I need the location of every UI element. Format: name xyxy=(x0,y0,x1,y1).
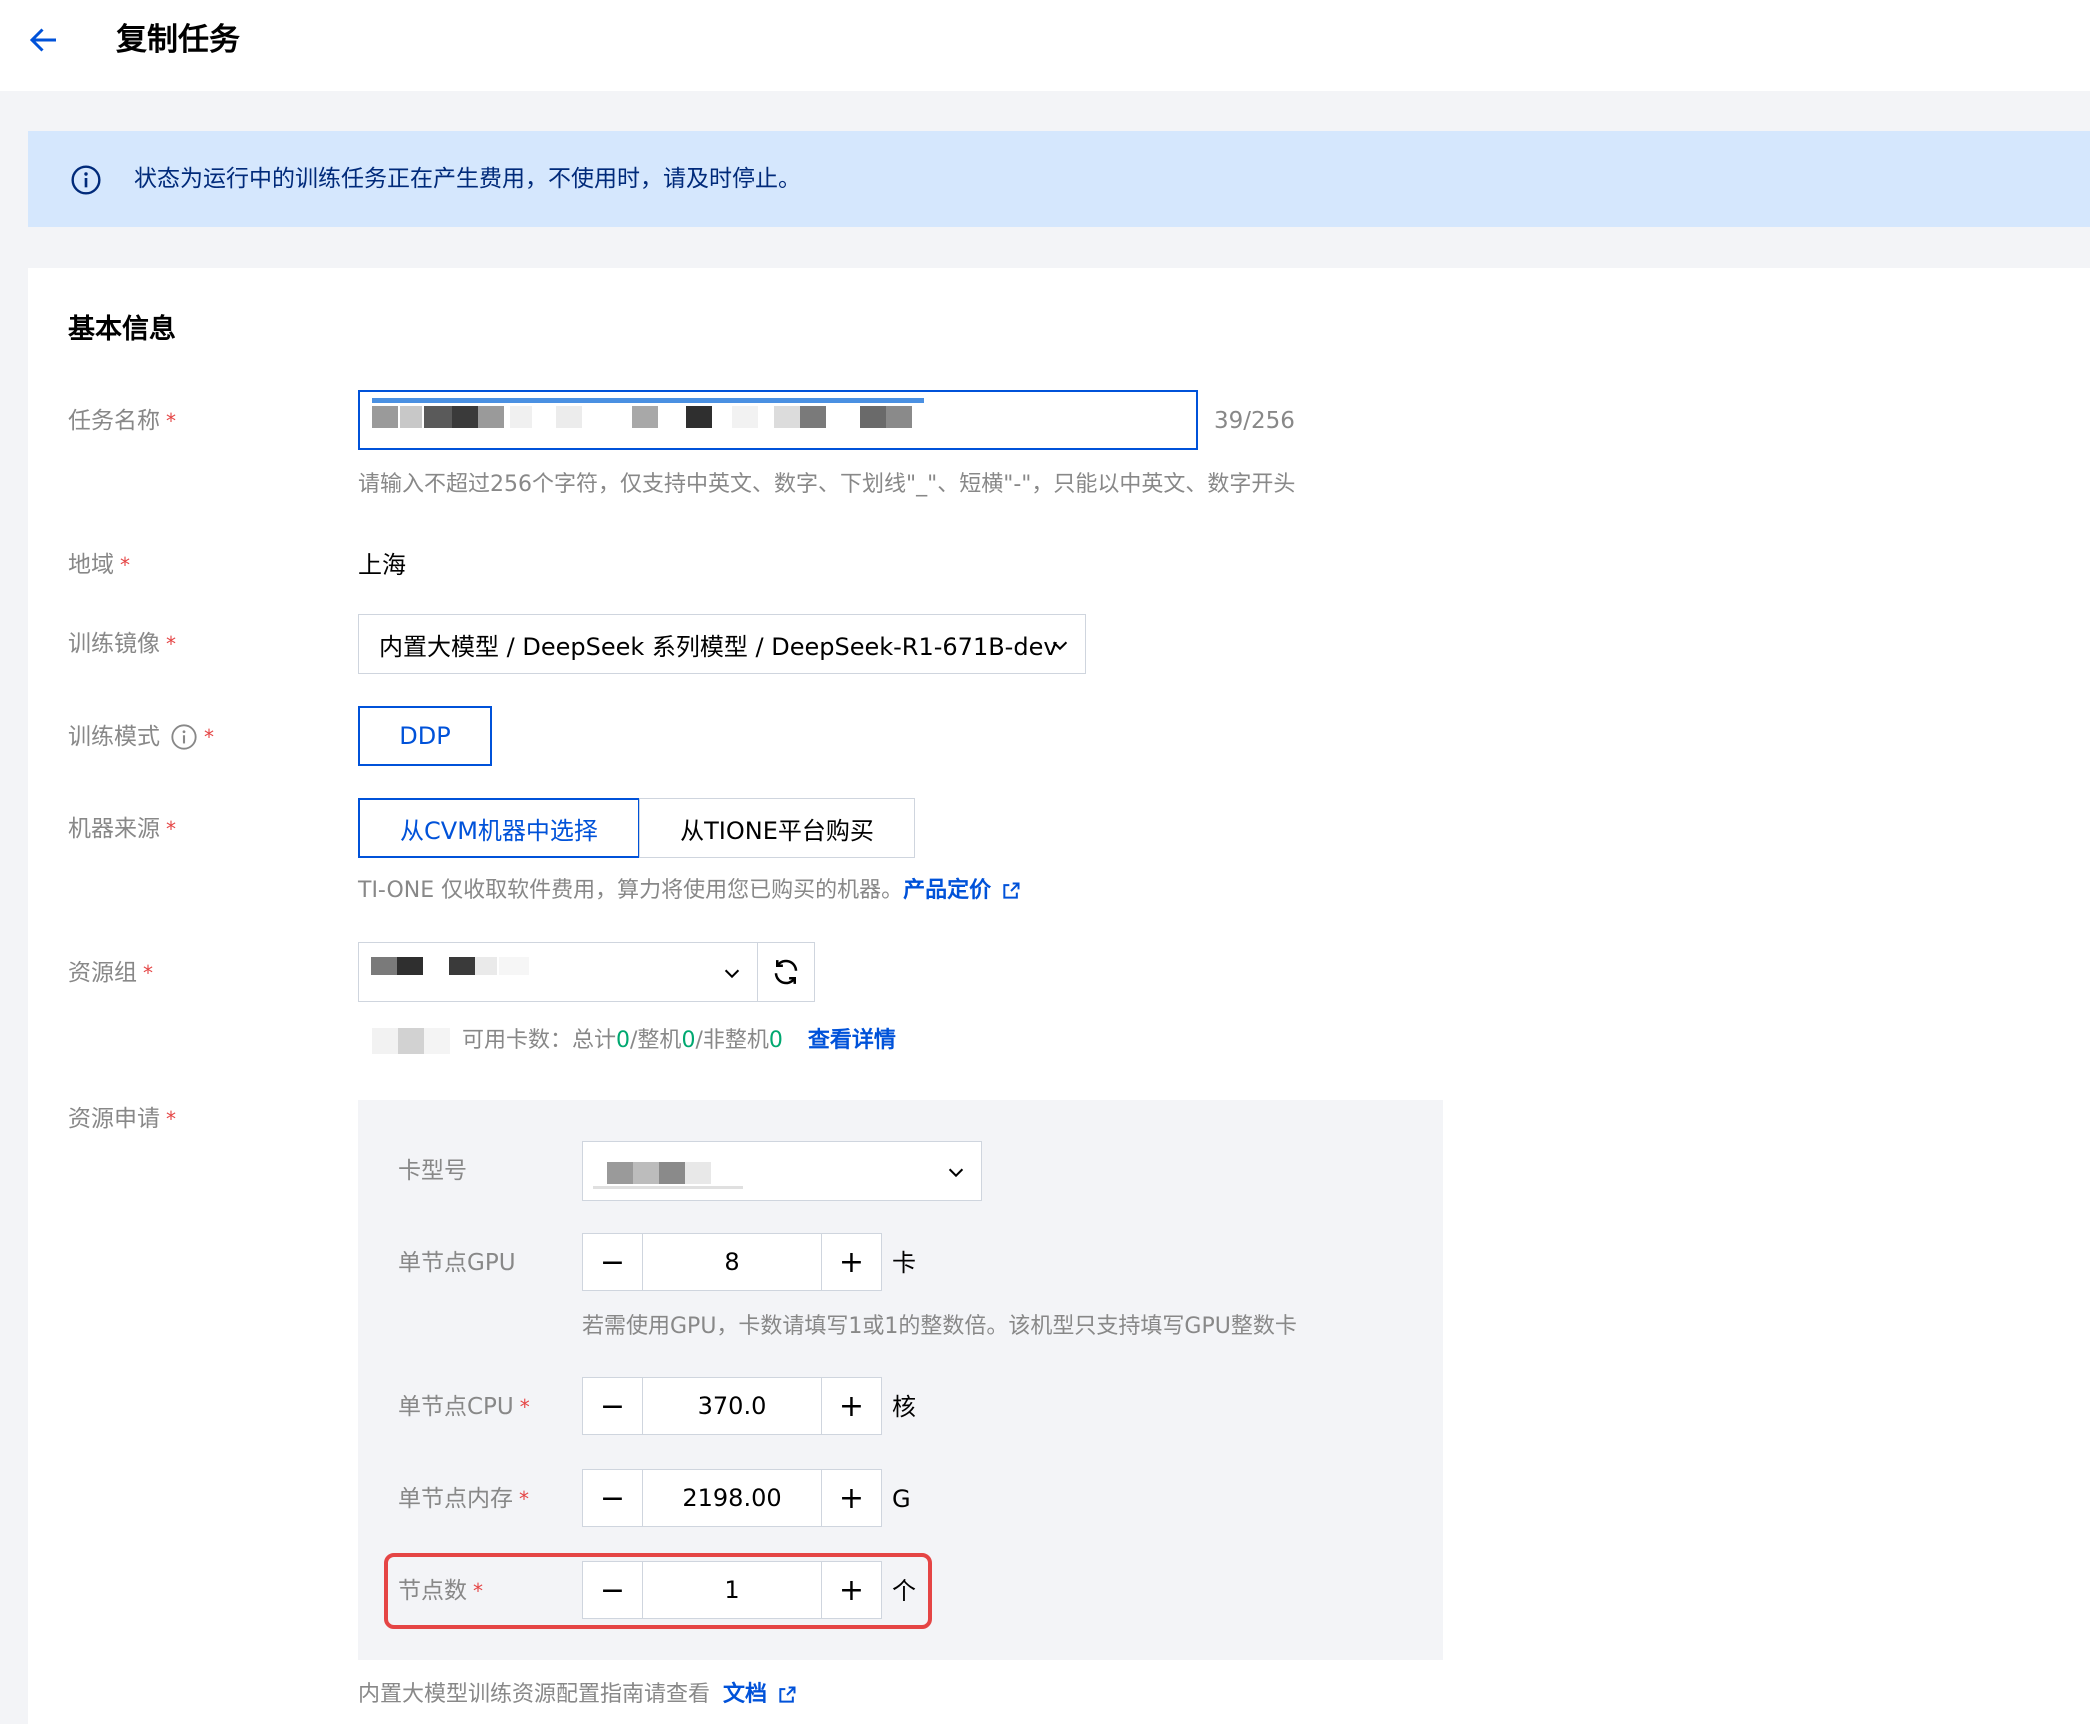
docs-link[interactable]: 文档 xyxy=(723,1682,767,1707)
footer-guide: 内置大模型训练资源配置指南请查看 文档 xyxy=(358,1678,797,1712)
cpu-unit: 核 xyxy=(892,1393,916,1421)
machine-source-cvm-button[interactable]: 从CVM机器中选择 xyxy=(358,798,640,858)
task-name-counter: 39/256 xyxy=(1214,408,1295,434)
nodes-highlight-box xyxy=(384,1553,932,1629)
cpu-value[interactable]: 370.0 xyxy=(643,1378,821,1434)
image-label: 训练镜像 * xyxy=(68,631,176,657)
gpu-unit: 卡 xyxy=(892,1249,916,1277)
top-bar xyxy=(0,0,2090,91)
memory-label: 单节点内存 * xyxy=(398,1486,529,1512)
task-name-help: 请输入不超过256个字符，仅支持中英文、数字、下划线"_"、短横"-"，只能以中… xyxy=(358,472,1296,497)
image-select[interactable]: 内置大模型 / DeepSeek 系列模型 / DeepSeek-R1-671B… xyxy=(358,614,1086,674)
machine-source-tione-button[interactable]: 从TIONE平台购买 xyxy=(639,798,915,858)
card-type-label: 卡型号 xyxy=(398,1158,467,1184)
region-value: 上海 xyxy=(358,551,406,579)
page-title: 复制任务 xyxy=(116,22,240,58)
external-link-icon[interactable] xyxy=(777,1685,797,1705)
region-label: 地域 * xyxy=(68,552,130,578)
cpu-label: 单节点CPU * xyxy=(398,1394,530,1420)
info-icon xyxy=(71,165,101,195)
task-name-input[interactable] xyxy=(358,390,1198,450)
chevron-down-icon xyxy=(724,969,740,979)
view-details-link[interactable]: 查看详情 xyxy=(808,1028,896,1053)
resource-request-label: 资源申请 * xyxy=(68,1106,176,1132)
mode-ddp-button[interactable]: DDP xyxy=(358,706,492,766)
resource-group-usage: 可用卡数：总计0/整机0/非整机0 查看详情 xyxy=(462,1028,896,1053)
section-title: 基本信息 xyxy=(68,314,176,345)
memory-value[interactable]: 2198.00 xyxy=(643,1470,821,1526)
external-link-icon[interactable] xyxy=(1001,881,1021,901)
cpu-stepper: − 370.0 + xyxy=(582,1377,882,1435)
pricing-link[interactable]: 产品定价 xyxy=(903,878,991,903)
gpu-help: 若需使用GPU，卡数请填写1或1的整数倍。该机型只支持填写GPU整数卡 xyxy=(582,1314,1297,1339)
gpu-decrement-button[interactable]: − xyxy=(583,1234,643,1290)
resource-group-label: 资源组 * xyxy=(68,960,153,986)
gpu-stepper: − 8 + xyxy=(582,1233,882,1291)
image-select-value: 内置大模型 / DeepSeek 系列模型 / DeepSeek-R1-671B… xyxy=(379,632,1058,661)
cpu-decrement-button[interactable]: − xyxy=(583,1378,643,1434)
machine-source-help: TI-ONE 仅收取软件费用，算力将使用您已购买的机器。产品定价 xyxy=(358,874,1021,908)
card-type-select[interactable] xyxy=(582,1141,982,1201)
gpu-increment-button[interactable]: + xyxy=(821,1234,881,1290)
banner-text: 状态为运行中的训练任务正在产生费用，不使用时，请及时停止。 xyxy=(134,166,801,192)
back-arrow-icon[interactable] xyxy=(26,22,62,58)
chevron-down-icon xyxy=(1052,641,1068,651)
memory-decrement-button[interactable]: − xyxy=(583,1470,643,1526)
refresh-icon xyxy=(774,959,798,985)
memory-unit: G xyxy=(892,1485,911,1513)
chevron-down-icon xyxy=(948,1168,964,1178)
memory-stepper: − 2198.00 + xyxy=(582,1469,882,1527)
machine-source-label: 机器来源 * xyxy=(68,816,176,842)
task-name-label: 任务名称 * xyxy=(68,408,176,434)
info-icon[interactable] xyxy=(170,723,198,751)
gpu-label: 单节点GPU xyxy=(398,1250,516,1276)
memory-increment-button[interactable]: + xyxy=(821,1470,881,1526)
cpu-increment-button[interactable]: + xyxy=(821,1378,881,1434)
resource-group-select[interactable] xyxy=(358,942,758,1002)
refresh-button[interactable] xyxy=(757,942,815,1002)
usage-blur xyxy=(358,1026,478,1056)
gpu-value[interactable]: 8 xyxy=(643,1234,821,1290)
mode-label: 训练模式 * xyxy=(68,723,214,751)
